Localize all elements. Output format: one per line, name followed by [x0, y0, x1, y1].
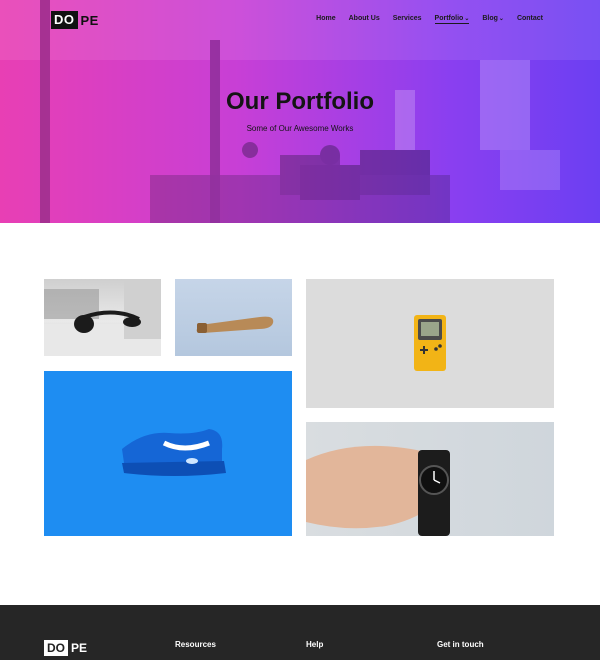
wooden-object-image: [196, 316, 274, 333]
nav-home[interactable]: Home: [316, 15, 335, 24]
footer-heading-help: Help: [306, 640, 324, 649]
nav-about-us[interactable]: About Us: [349, 15, 380, 24]
nav-services[interactable]: Services: [393, 15, 422, 24]
footer-heading-resources: Resources: [175, 640, 216, 649]
portfolio-item-headphones[interactable]: [44, 279, 161, 356]
chevron-down-icon: ⌄: [498, 16, 504, 22]
footer-heading-get-in-touch: Get in touch: [437, 640, 484, 649]
page-title: Our Portfolio: [226, 88, 374, 115]
main-navigation: Home About Us Services Portfolio⌄ Blog⌄ …: [316, 15, 543, 24]
footer-logo-box-text: DO: [47, 641, 65, 655]
footer-logo-text: PE: [71, 641, 88, 655]
logo-text: PE: [80, 12, 99, 28]
nav-contact[interactable]: Contact: [517, 15, 543, 24]
site-logo[interactable]: DO PE: [51, 11, 99, 29]
logo-box: DO: [51, 11, 78, 29]
chevron-down-icon: ⌄: [464, 16, 470, 22]
nav-portfolio-label: Portfolio: [434, 15, 464, 22]
hero-banner: DO PE Home About Us Services Portfolio⌄ …: [0, 0, 600, 223]
headphones-image: [44, 279, 161, 356]
footer-logo-box: DO: [44, 640, 68, 656]
nav-portfolio[interactable]: Portfolio⌄: [434, 15, 470, 24]
portfolio-item-hand-with-watch[interactable]: [306, 422, 554, 536]
sneaker-image: [122, 429, 226, 476]
portfolio-item-yellow-gameboy[interactable]: [306, 279, 554, 408]
nav-blog[interactable]: Blog⌄: [482, 15, 504, 24]
portfolio-item-blue-sneaker[interactable]: [44, 371, 292, 536]
hand-watch-image: [306, 445, 450, 536]
portfolio-item-wooden-object[interactable]: [175, 279, 292, 356]
site-footer: DO PE: [0, 605, 600, 660]
nav-blog-label: Blog: [482, 15, 498, 22]
page-subtitle: Some of Our Awesome Works: [246, 124, 354, 133]
gameboy-image: [414, 315, 446, 371]
footer-logo[interactable]: DO PE: [44, 640, 87, 656]
logo-box-text: DO: [54, 12, 75, 27]
